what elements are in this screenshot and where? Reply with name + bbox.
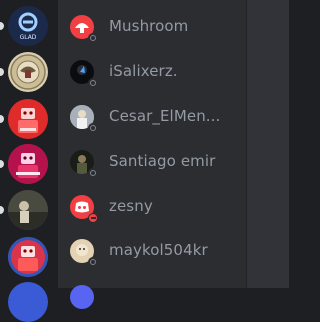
status-offline-icon bbox=[88, 78, 98, 88]
avatar bbox=[70, 239, 98, 267]
list-item[interactable]: Mushroom bbox=[58, 5, 246, 49]
avatar bbox=[70, 285, 94, 309]
server-unread-pill bbox=[0, 160, 4, 168]
server-red-robot-3[interactable] bbox=[8, 237, 48, 277]
member-name: maykol504kr bbox=[109, 241, 208, 259]
avatar bbox=[70, 60, 98, 88]
server-unread-pill bbox=[0, 68, 4, 76]
server-seal[interactable] bbox=[8, 52, 48, 92]
status-offline-icon bbox=[88, 123, 98, 133]
list-item[interactable]: zesny bbox=[58, 185, 246, 229]
member-name: Mushroom bbox=[109, 17, 189, 35]
server-photo[interactable] bbox=[8, 190, 48, 230]
avatar bbox=[70, 195, 98, 223]
list-item[interactable]: Cesar_ElMen... bbox=[58, 95, 246, 139]
server-glad[interactable]: GLAD bbox=[8, 6, 48, 46]
chat-panel-edge bbox=[246, 0, 289, 288]
status-offline-icon bbox=[88, 168, 98, 178]
status-offline-icon bbox=[88, 33, 98, 43]
server-rail: GLAD bbox=[0, 0, 58, 322]
seal-icon bbox=[10, 54, 46, 90]
status-dnd-icon bbox=[88, 213, 98, 223]
photo-icon bbox=[8, 190, 48, 230]
robot-icon bbox=[18, 108, 38, 133]
member-name: Santiago emir bbox=[109, 152, 216, 170]
avatar bbox=[70, 150, 98, 178]
member-name: iSalixerz. bbox=[109, 62, 178, 80]
robot-icon bbox=[8, 237, 48, 277]
server-unread-pill bbox=[0, 206, 4, 214]
member-list: Mushroom iSalixerz. Cesar_ElMen... Santi… bbox=[58, 0, 246, 309]
status-offline-icon bbox=[88, 257, 98, 267]
server-partial[interactable] bbox=[8, 282, 48, 322]
svg-text:GLAD: GLAD bbox=[20, 34, 37, 41]
glad-logo-icon: GLAD bbox=[18, 12, 38, 41]
server-red-robot-2[interactable] bbox=[8, 144, 48, 184]
server-unread-pill bbox=[0, 115, 4, 123]
server-red-robot-1[interactable] bbox=[8, 99, 48, 139]
member-name: Cesar_ElMen... bbox=[109, 107, 221, 125]
robot-icon bbox=[8, 144, 48, 184]
list-item[interactable]: Santiago emir bbox=[58, 140, 246, 184]
list-item[interactable] bbox=[58, 275, 246, 319]
list-item[interactable]: maykol504kr bbox=[58, 229, 246, 273]
server-unread-pill bbox=[0, 22, 4, 30]
list-item[interactable]: iSalixerz. bbox=[58, 50, 246, 94]
avatar bbox=[70, 105, 98, 133]
avatar bbox=[70, 15, 98, 43]
member-name: zesny bbox=[109, 197, 153, 215]
